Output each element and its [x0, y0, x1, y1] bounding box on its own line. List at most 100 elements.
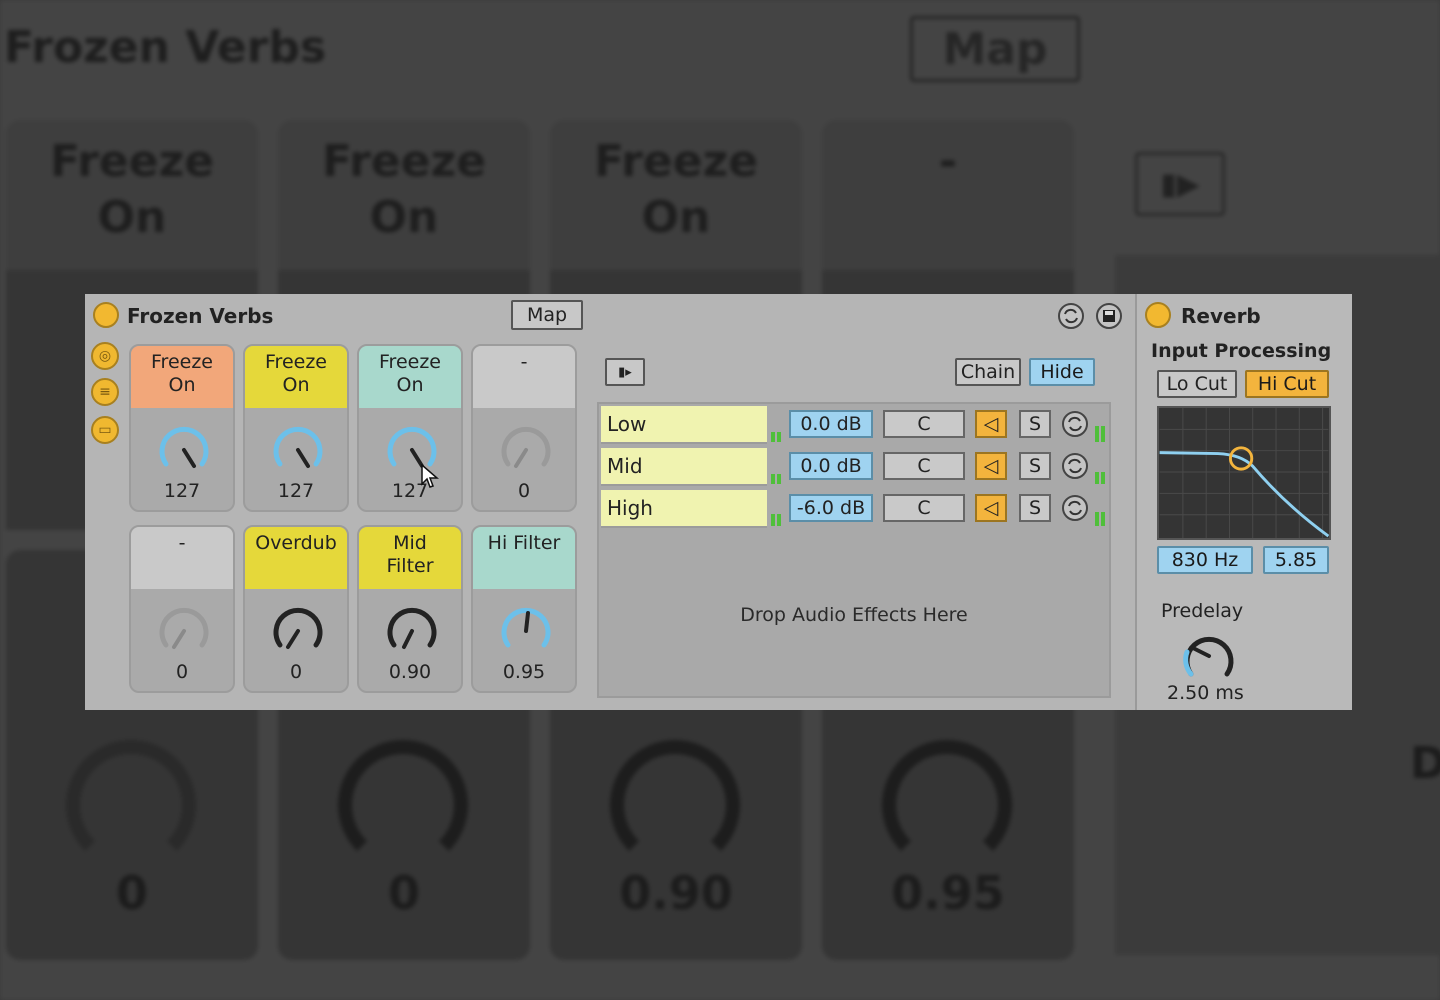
- frozen-verbs-rack: Frozen Verbs Map ◎ ≡ ▭ Freeze On 127 Fre…: [85, 294, 1133, 710]
- rack-power-button[interactable]: [93, 302, 119, 328]
- macro-label: Mid Filter: [359, 527, 461, 589]
- rack-title: Frozen Verbs: [127, 304, 274, 328]
- save-preset-icon[interactable]: [1095, 302, 1123, 330]
- map-button[interactable]: Map: [511, 300, 583, 330]
- chain-row-low[interactable]: Low 0.0 dB C ◁ S: [599, 404, 1111, 444]
- chain-volume-field[interactable]: 0.0 dB: [789, 410, 873, 438]
- macro-value: 0: [517, 480, 531, 502]
- chain-list: Low 0.0 dB C ◁ S Mid 0.0 dB C ◁ S High -…: [597, 402, 1111, 698]
- bg-map-button: Map: [910, 16, 1080, 82]
- macro-value: 0.90: [388, 661, 432, 683]
- predelay-knob[interactable]: [1177, 626, 1241, 686]
- hide-button[interactable]: Hide: [1029, 358, 1095, 386]
- bg-knob: [610, 740, 740, 870]
- macro-4[interactable]: - 0: [471, 344, 577, 512]
- macro-value: 127: [163, 480, 201, 502]
- chain-row-mid[interactable]: Mid 0.0 dB C ◁ S: [599, 446, 1111, 486]
- bg-value: 0: [115, 866, 148, 920]
- macro-2[interactable]: Freeze On 127: [243, 344, 349, 512]
- chain-pan-field[interactable]: C: [883, 452, 965, 480]
- bg-play-icon: ▮▶: [1135, 152, 1225, 216]
- bg-pad-4: -: [822, 120, 1074, 270]
- bg-value: 0.90: [619, 866, 733, 920]
- filter-width-field[interactable]: 5.85: [1263, 546, 1329, 574]
- drop-effects-zone[interactable]: Drop Audio Effects Here: [599, 604, 1109, 626]
- chain-volume-field[interactable]: -6.0 dB: [789, 494, 873, 522]
- chain-meter: [771, 450, 783, 484]
- macro-6[interactable]: Overdub 0: [243, 525, 349, 693]
- hot-swap-icon[interactable]: [1061, 494, 1089, 522]
- bg-partial-letter: D: [1410, 738, 1440, 789]
- macro-label: Freeze On: [131, 346, 233, 408]
- chain-output-meter: [1095, 408, 1107, 442]
- bg-pad-label: Freeze On: [49, 136, 215, 243]
- macro-1[interactable]: Freeze On 127: [129, 344, 235, 512]
- bg-value: 0: [387, 866, 420, 920]
- macro-value: 127: [391, 480, 429, 502]
- hot-swap-icon[interactable]: [1061, 452, 1089, 480]
- hi-cut-button[interactable]: Hi Cut: [1245, 370, 1329, 398]
- macro-knob[interactable]: [268, 420, 328, 480]
- bg-value: 0.95: [891, 866, 1005, 920]
- chain-row-high[interactable]: High -6.0 dB C ◁ S: [599, 488, 1111, 528]
- bg-pad-1: Freeze On: [6, 120, 258, 270]
- chain-list-icon[interactable]: ≡: [91, 378, 119, 406]
- chain-output-meter: [1095, 492, 1107, 526]
- speaker-icon[interactable]: ◁: [975, 452, 1007, 480]
- lo-cut-button[interactable]: Lo Cut: [1157, 370, 1237, 398]
- solo-button[interactable]: S: [1019, 494, 1051, 522]
- chain-volume-field[interactable]: 0.0 dB: [789, 452, 873, 480]
- macro-knob[interactable]: [496, 601, 556, 661]
- devices-view-icon[interactable]: ▭: [91, 416, 119, 444]
- bg-pad-label: Freeze On: [321, 136, 487, 243]
- macro-8[interactable]: Hi Filter 0.95: [471, 525, 577, 693]
- filter-curve-display[interactable]: [1157, 406, 1331, 540]
- macro-view-icon[interactable]: ◎: [91, 342, 119, 370]
- macro-7[interactable]: Mid Filter 0.90: [357, 525, 463, 693]
- predelay-value: 2.50 ms: [1167, 682, 1244, 704]
- mouse-cursor-icon: [421, 464, 439, 488]
- chain-name[interactable]: High: [601, 490, 767, 528]
- predelay-label: Predelay: [1161, 600, 1244, 622]
- macro-knob[interactable]: [154, 420, 214, 480]
- solo-button[interactable]: S: [1019, 410, 1051, 438]
- macro-value: 0: [289, 661, 303, 683]
- chain-meter: [771, 408, 783, 442]
- bg-knob: [66, 740, 196, 870]
- speaker-icon[interactable]: ◁: [975, 494, 1007, 522]
- hot-swap-icon[interactable]: [1061, 410, 1089, 438]
- chain-name[interactable]: Low: [601, 406, 767, 444]
- macro-label: Freeze On: [359, 346, 461, 408]
- hot-swap-icon[interactable]: [1057, 302, 1085, 330]
- macro-value: 0: [175, 661, 189, 683]
- bg-knob: [882, 740, 1012, 870]
- chain-name[interactable]: Mid: [601, 448, 767, 486]
- macro-label: -: [473, 346, 575, 408]
- reverb-power-button[interactable]: [1145, 302, 1171, 328]
- solo-button[interactable]: S: [1019, 452, 1051, 480]
- filter-frequency-field[interactable]: 830 Hz: [1157, 546, 1253, 574]
- bg-pad-3: Freeze On: [550, 120, 802, 270]
- speaker-icon[interactable]: ◁: [975, 410, 1007, 438]
- macro-label: Freeze On: [245, 346, 347, 408]
- macro-5[interactable]: - 0: [129, 525, 235, 693]
- bg-pad-2: Freeze On: [278, 120, 530, 270]
- bg-pad-label: Freeze On: [593, 136, 759, 243]
- macro-knob[interactable]: [154, 601, 214, 661]
- chain-pan-field[interactable]: C: [883, 410, 965, 438]
- macro-knob[interactable]: [268, 601, 328, 661]
- chain-output-meter: [1095, 450, 1107, 484]
- macro-knob[interactable]: [382, 601, 442, 661]
- macro-3[interactable]: Freeze On 127: [357, 344, 463, 512]
- chain-pan-field[interactable]: C: [883, 494, 965, 522]
- chain-button[interactable]: Chain: [955, 358, 1021, 386]
- bg-title: Frozen Verbs: [4, 22, 327, 73]
- macro-knob[interactable]: [496, 420, 556, 480]
- macro-label: Overdub: [245, 527, 347, 589]
- play-chain-button[interactable]: ▮▸: [605, 358, 645, 386]
- macro-label: -: [131, 527, 233, 589]
- reverb-title: Reverb: [1181, 304, 1261, 328]
- device-panel: Frozen Verbs Map ◎ ≡ ▭ Freeze On 127 Fre…: [85, 294, 1352, 710]
- bg-knob: [338, 740, 468, 870]
- macro-label: Hi Filter: [473, 527, 575, 589]
